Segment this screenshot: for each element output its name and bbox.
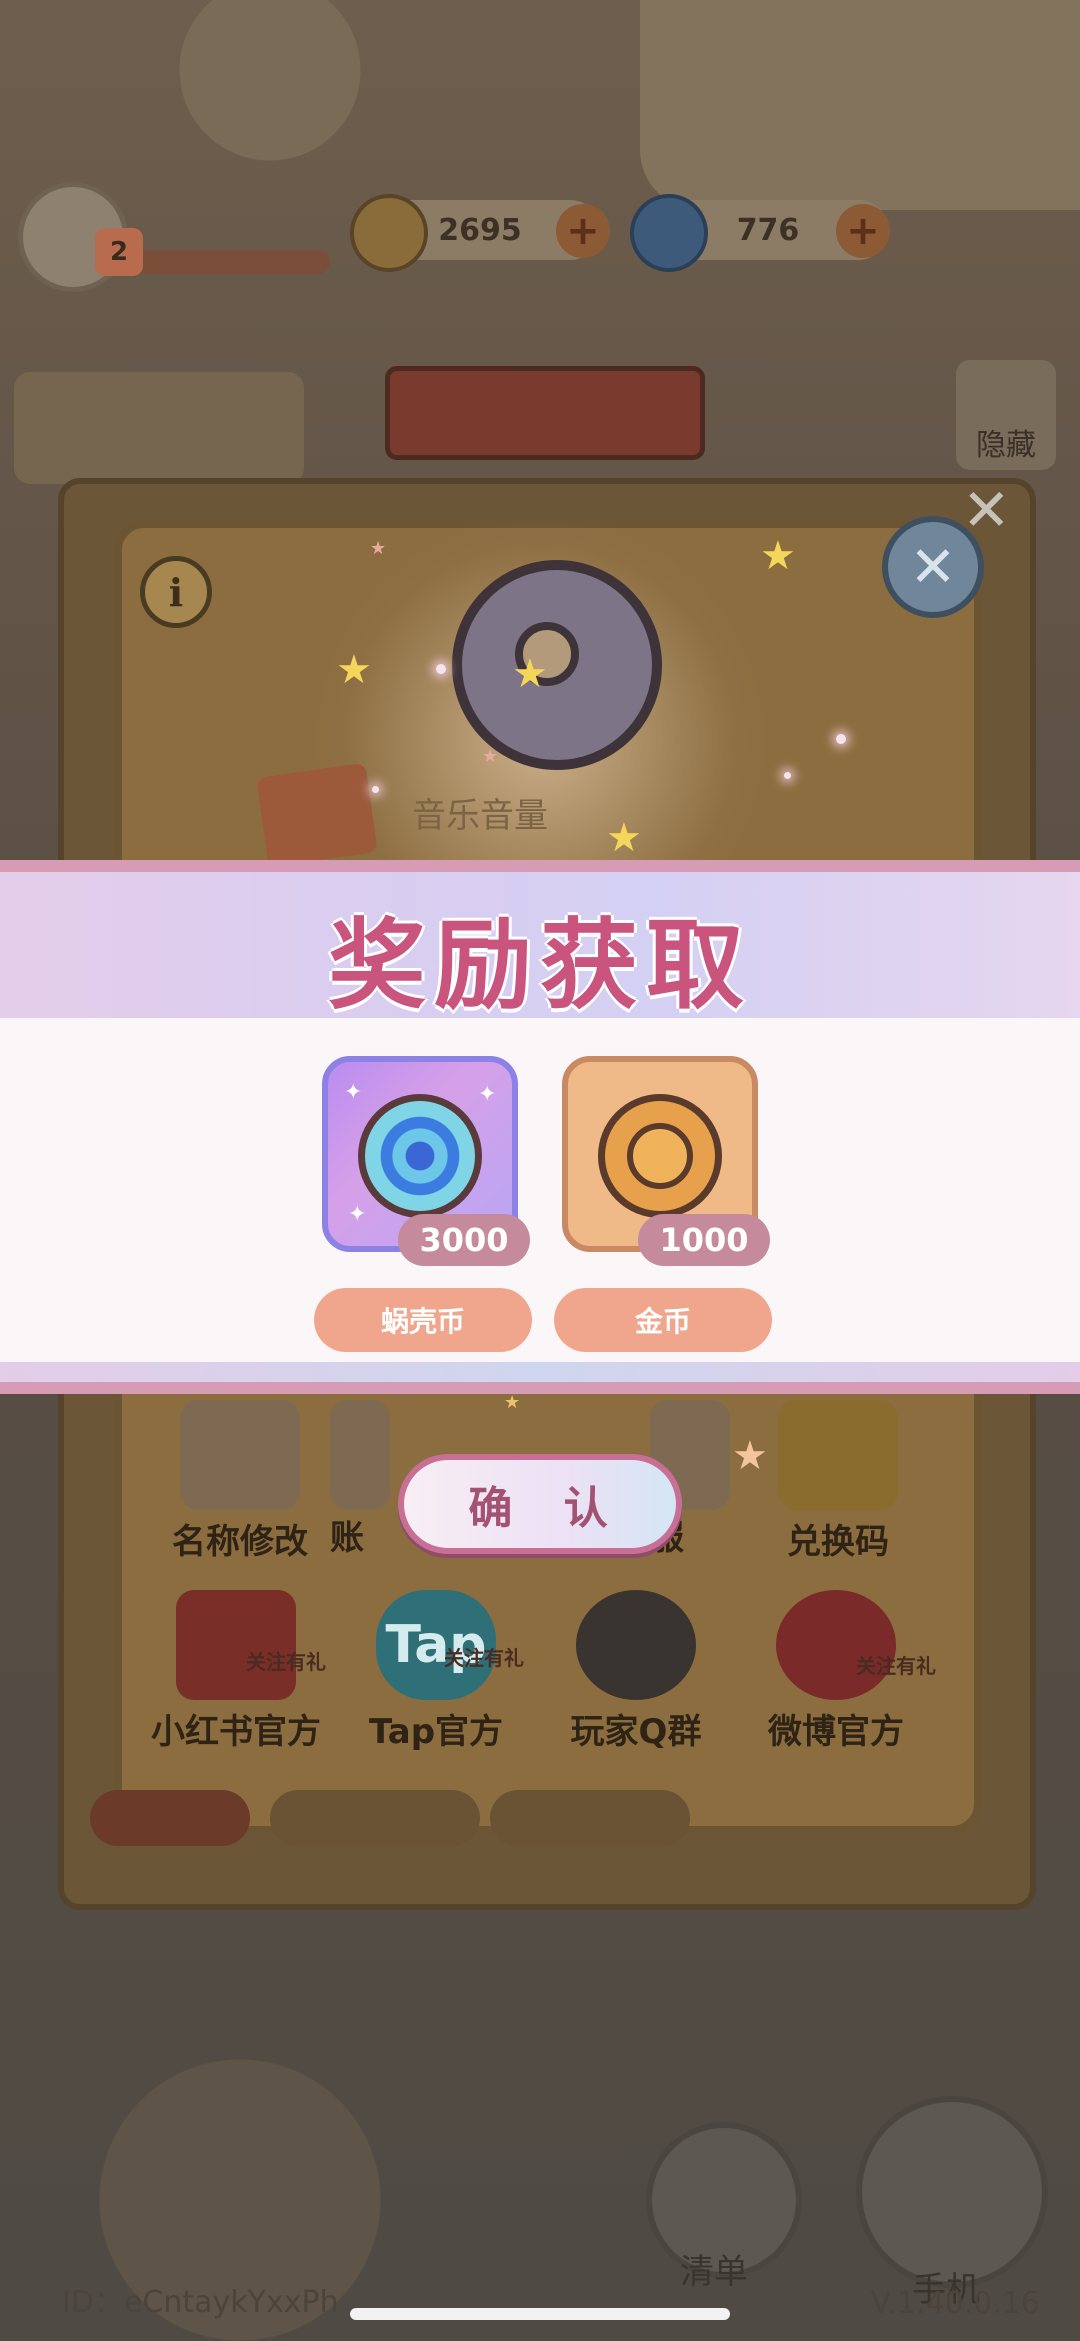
sparkle [436, 664, 446, 674]
reward-item-gold: 1000 金币 [554, 1056, 782, 1352]
shell-coin-icon [630, 194, 708, 272]
confirm-button[interactable]: 确 认 [398, 1454, 682, 1554]
music-volume-label: 音乐音量 [412, 796, 548, 836]
star-icon: ★ [512, 651, 548, 697]
strip-pill [490, 1790, 690, 1846]
settings-bottom-strip [90, 1790, 910, 1850]
level-progress-bar [125, 250, 330, 274]
xiaohongshu-icon [176, 1590, 296, 1700]
ticket-icon [778, 1400, 898, 1510]
tap-label: Tap官方 [368, 1712, 504, 1752]
shell-amount: 776 [736, 212, 800, 248]
version-text: V.1.40.0.16 [870, 2286, 1040, 2321]
reward-item-shell: ✦ ✦ ✦ 3000 蜗壳币 [314, 1056, 542, 1352]
gold-coin-icon [598, 1094, 722, 1218]
reward-title: 奖励获取 [327, 909, 752, 1023]
account-label: 账 [330, 1518, 364, 1558]
pencil-icon [180, 1400, 300, 1510]
reward-header: 奖励获取 [0, 872, 1080, 1023]
player-id: ID：eCntaykYxxPh [62, 2285, 339, 2320]
sparkle-icon: ✦ [478, 1082, 497, 1107]
redeem-code-label: 兑换码 [787, 1522, 889, 1562]
character-card[interactable] [14, 372, 304, 484]
rename-label: 名称修改 [172, 1522, 308, 1562]
small-star-icon: ★ [482, 746, 499, 767]
settings-grid: 名称修改 账 服 兑换码 小红书官方 Tap Tap官方 玩家Q群 微博官方 关… [140, 1390, 940, 1770]
add-gold-button[interactable]: + [556, 204, 610, 258]
qq-group-option[interactable]: 玩家Q群 [536, 1590, 736, 1753]
home-indicator[interactable] [350, 2308, 730, 2320]
phone-button[interactable] [856, 2096, 1048, 2288]
hide-label: 隐藏 [976, 428, 1036, 463]
weibo-label: 微博官方 [768, 1712, 904, 1752]
gold-name: 金币 [554, 1288, 772, 1352]
follow-gift-tag: 关注有礼 [856, 1654, 936, 1678]
qq-group-label: 玩家Q群 [570, 1712, 702, 1752]
xiaohongshu-label: 小红书官方 [151, 1712, 321, 1752]
info-button[interactable]: i [140, 556, 212, 628]
sparkle [372, 786, 379, 793]
sparkle-icon: ✦ [348, 1202, 367, 1227]
gold-coin-icon [350, 194, 428, 272]
account-option[interactable]: 账 [330, 1400, 390, 1559]
strip-pill [270, 1790, 480, 1846]
shell-count: 3000 [398, 1214, 530, 1266]
follow-gift-tag: 关注有礼 [246, 1650, 326, 1674]
strip-pill [90, 1790, 250, 1846]
sparkle-icon: ✦ [344, 1080, 363, 1105]
gold-count: 1000 [638, 1214, 770, 1266]
add-shell-button[interactable]: + [836, 204, 890, 258]
account-icon [330, 1400, 390, 1510]
reward-bottom-trim [0, 1362, 1080, 1382]
hide-button[interactable]: 隐藏 [956, 360, 1056, 470]
close-outer-icon[interactable]: ✕ [962, 476, 1011, 544]
top-hud: 2 2695 + 776 + [0, 182, 1080, 292]
rename-option[interactable]: 名称修改 [140, 1400, 340, 1563]
music-note-icon [256, 762, 378, 868]
reward-dialog: 奖励获取 ✦ ✦ ✦ 3000 蜗壳币 1000 金币 [0, 860, 1080, 1394]
shell-name: 蜗壳币 [314, 1288, 532, 1352]
list-label: 清单 [680, 2252, 748, 2292]
small-star-icon: ★ [370, 538, 387, 559]
sparkle [836, 734, 846, 744]
gold-amount: 2695 [438, 212, 522, 248]
star-icon: ★ [760, 533, 796, 579]
weibo-icon [776, 1590, 896, 1700]
shell-coin-icon [358, 1094, 482, 1218]
sparkle [784, 772, 791, 779]
level-badge: 2 [95, 228, 143, 276]
house-roof [640, 0, 1080, 210]
gold-coin-emblem [627, 1123, 693, 1189]
star-icon: ★ [606, 815, 642, 861]
tap-option[interactable]: Tap Tap官方 [336, 1590, 536, 1753]
follow-gift-tag: 关注有礼 [444, 1646, 524, 1670]
event-banner[interactable] [385, 366, 705, 460]
redeem-code-option[interactable]: 兑换码 [738, 1400, 938, 1563]
penguin-icon [576, 1590, 696, 1700]
star-icon: ★ [336, 647, 372, 693]
